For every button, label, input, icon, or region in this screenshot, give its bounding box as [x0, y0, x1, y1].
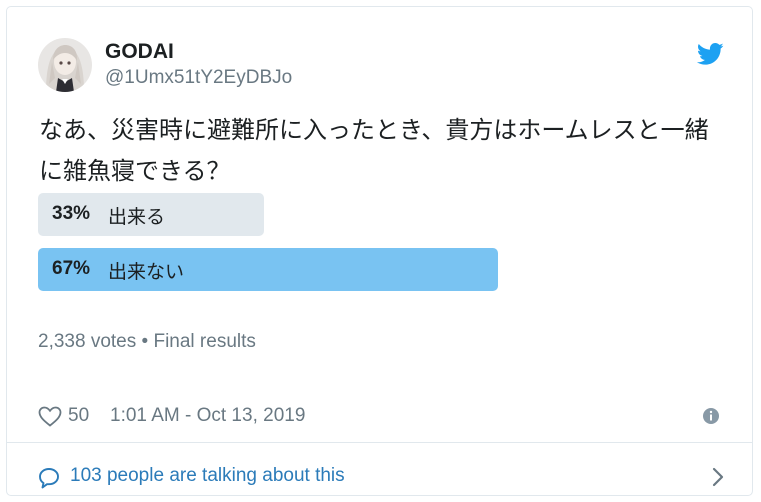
meta-separator: •: [141, 331, 149, 352]
poll-choice-2: 67% 出来ない: [38, 248, 498, 291]
info-icon[interactable]: [702, 407, 720, 425]
poll-percent-1: 33%: [52, 203, 91, 224]
vote-count: 2,338 votes: [38, 331, 137, 352]
twitter-bird-icon[interactable]: [696, 43, 724, 65]
conversation-text[interactable]: 103 people are talking about this: [70, 465, 345, 487]
divider: [7, 442, 752, 443]
like-count[interactable]: 50: [68, 405, 89, 427]
poll-status: Final results: [153, 331, 256, 352]
poll-label-2: 出来ない: [108, 261, 185, 283]
poll-percent-2: 67%: [52, 258, 91, 279]
avatar[interactable]: [38, 38, 92, 92]
poll-bar-2: [38, 248, 498, 291]
tweet-timestamp[interactable]: 1:01 AM - Oct 13, 2019: [110, 405, 305, 427]
speech-bubble-icon: [38, 467, 60, 489]
display-name[interactable]: GODAI: [105, 40, 174, 64]
poll-meta: 2,338 votes • Final results: [38, 331, 256, 353]
user-handle[interactable]: @1Umx51tY2EyDBJo: [105, 67, 292, 89]
poll-label-1: 出来る: [108, 206, 166, 228]
chevron-right-icon[interactable]: [712, 467, 724, 487]
conversation-link[interactable]: 103 people are talking about this: [38, 465, 728, 491]
tweet-card: GODAI @1Umx51tY2EyDBJo なあ、災害時に避難所に入ったとき、…: [6, 6, 753, 496]
tweet-text: なあ、災害時に避難所に入ったとき、貴方はホームレスと一緒に雑魚寝できる？: [39, 116, 709, 185]
poll-choice-1: 33% 出来る: [38, 193, 498, 236]
heart-icon[interactable]: [38, 406, 62, 427]
